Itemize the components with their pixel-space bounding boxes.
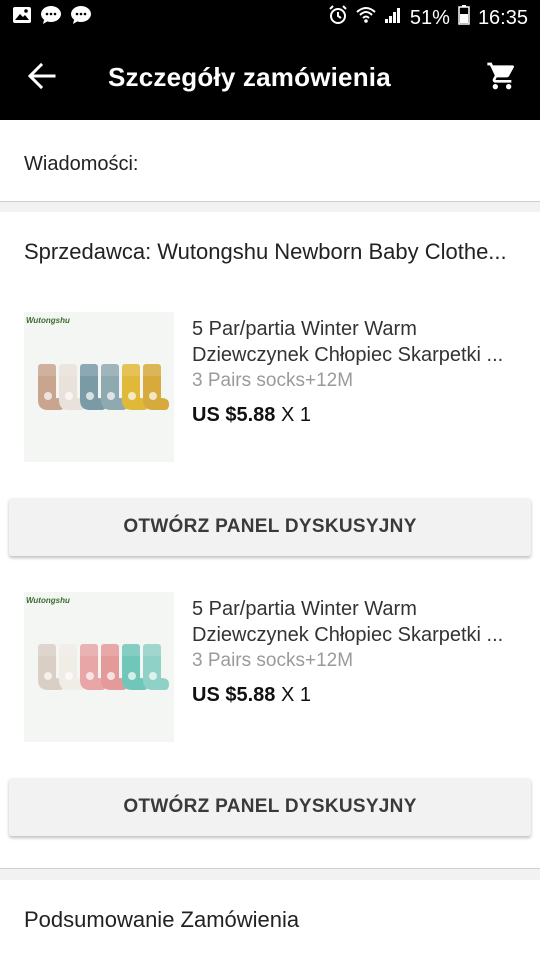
open-dispute-button[interactable]: OTWÓRZ PANEL DYSKUSYJNY [9,778,531,836]
chat-bubble-icon [70,5,92,31]
battery-percent: 51% [409,6,450,29]
socks-illustration [38,364,169,410]
product-variant: 3 Pairs socks+12M [192,650,354,671]
product-item: Wutongshu 5 Par/partia Winter Warm Dziew… [0,572,540,852]
arrow-left-icon [27,62,56,94]
image-icon [12,6,32,30]
status-bar-system: 51% 16:35 [328,5,528,31]
messages-label: Wiadomości: [24,153,139,175]
signal-icon [384,6,402,30]
wifi-icon [356,6,376,30]
seller-row[interactable]: Sprzedawca: Wutongshu Newborn Baby Cloth… [0,212,540,292]
product-price: US $5.88 [192,684,276,706]
section-divider [0,868,540,880]
alarm-icon [328,5,348,31]
order-summary-row[interactable]: Podsumowanie Zamówienia [0,880,540,960]
page-title: Szczegóły zamówienia [108,62,391,92]
product-image[interactable]: Wutongshu [24,312,174,462]
cart-icon [486,60,518,97]
cart-button[interactable] [482,58,522,98]
order-summary-label: Podsumowanie Zamówienia [24,907,300,932]
open-dispute-button[interactable]: OTWÓRZ PANEL DYSKUSYJNY [9,498,531,556]
product-title[interactable]: 5 Par/partia Winter Warm Dziewczynek Chł… [192,316,522,368]
sock-shape [143,644,169,690]
messages-row[interactable]: Wiadomości: [0,120,540,202]
product-quantity: X 1 [280,404,311,426]
seller-label: Sprzedawca: Wutongshu Newborn Baby Cloth… [24,239,507,264]
clock: 16:35 [477,6,528,29]
product-price: US $5.88 [192,404,276,426]
battery-icon [458,5,470,31]
socks-illustration [38,644,169,690]
status-bar-notifications [12,5,92,31]
product-brand: Wutongshu [26,316,70,325]
product-brand: Wutongshu [26,596,70,605]
sock-shape [143,364,169,410]
product-quantity: X 1 [280,684,311,706]
product-title[interactable]: 5 Par/partia Winter Warm Dziewczynek Chł… [192,596,522,648]
product-item: Wutongshu 5 Par/partia Winter Warm Dziew… [0,292,540,572]
status-bar: 51% 16:35 [0,0,540,36]
app-bar: Szczegóły zamówienia [0,36,540,120]
product-price-row: US $5.88 X 1 [192,404,311,427]
product-image[interactable]: Wutongshu [24,592,174,742]
product-variant: 3 Pairs socks+12M [192,370,354,391]
back-button[interactable] [22,58,62,98]
chat-bubble-icon [40,5,62,31]
section-divider [0,202,540,212]
product-price-row: US $5.88 X 1 [192,684,311,707]
